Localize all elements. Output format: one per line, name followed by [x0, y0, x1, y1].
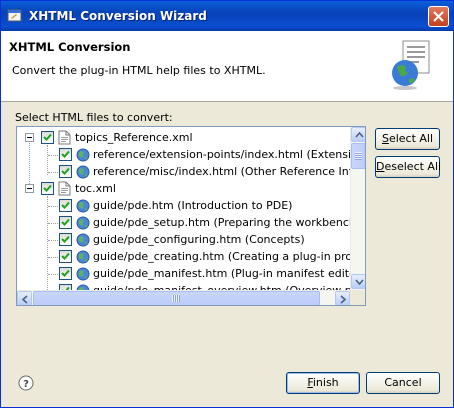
chevron-right-icon: [340, 295, 346, 304]
tree-item-label: toc.xml: [75, 182, 116, 195]
tree-file-row[interactable]: guide/pde_creating.htm (Creating a plug-…: [17, 249, 350, 265]
tree-group-row[interactable]: topics_Reference.xml: [17, 130, 350, 146]
cancel-button[interactable]: Cancel: [366, 372, 440, 394]
chevron-left-icon: [22, 295, 28, 304]
vertical-scroll-thumb[interactable]: [351, 143, 365, 169]
scroll-left-button[interactable]: [17, 291, 32, 305]
row-checkbox[interactable]: [41, 182, 54, 195]
row-checkbox[interactable]: [59, 216, 72, 229]
tree-item-label: guide/pde_creating.htm (Creating a plug-…: [93, 250, 350, 263]
select-all-label: elect All: [388, 132, 434, 145]
collapse-toggle-icon[interactable]: [25, 184, 34, 193]
file-tree[interactable]: topics_Reference.xml reference/extension-…: [16, 126, 366, 306]
help-icon[interactable]: ?: [18, 375, 34, 391]
select-all-button[interactable]: Select All: [375, 128, 440, 150]
xml-file-icon: [58, 181, 71, 196]
horizontal-scrollbar[interactable]: [17, 290, 350, 305]
tree-file-row[interactable]: guide/pde_manifest_overview.htm (Overvie…: [17, 283, 350, 290]
tree-item-label: guide/pde_configuring.htm (Concepts): [93, 233, 305, 246]
xhtml-globe-document-icon: [392, 40, 430, 90]
scroll-down-button[interactable]: [351, 274, 365, 289]
deselect-all-button[interactable]: Deselect All: [375, 156, 442, 178]
tree-item-label: guide/pde.htm (Introduction to PDE): [93, 199, 293, 212]
page-title: XHTML Conversion: [9, 40, 131, 54]
tree-item-label: reference/extension-points/index.html (E…: [93, 148, 350, 161]
scroll-up-button[interactable]: [351, 127, 365, 142]
html-globe-icon: [76, 216, 90, 230]
tree-connector: [48, 206, 58, 207]
close-button[interactable]: [428, 6, 449, 27]
tree-file-row[interactable]: reference/misc/index.html (Other Referen…: [17, 164, 350, 180]
tree-connector: [48, 257, 58, 258]
horizontal-scroll-thumb[interactable]: [33, 291, 320, 305]
html-globe-icon: [76, 199, 90, 213]
html-globe-icon: [76, 165, 90, 179]
checkmark-icon: [61, 167, 70, 175]
select-all-mnemonic: S: [381, 132, 389, 145]
checkmark-icon: [61, 218, 70, 226]
tree-group-row[interactable]: toc.xml: [17, 181, 350, 197]
html-globe-icon: [76, 148, 90, 162]
close-icon: [433, 11, 444, 22]
row-checkbox[interactable]: [59, 250, 72, 263]
html-globe-icon: [76, 250, 90, 264]
cancel-label: Cancel: [384, 376, 422, 389]
checkmark-icon: [61, 269, 70, 277]
xml-file-icon: [58, 130, 71, 145]
checkmark-icon: [43, 184, 52, 192]
checkmark-icon: [61, 235, 70, 243]
tree-connector: [48, 155, 58, 156]
checkmark-icon: [61, 252, 70, 260]
html-globe-icon: [76, 267, 90, 281]
tree-file-row[interactable]: guide/pde_configuring.htm (Concepts): [17, 232, 350, 248]
tree-file-row[interactable]: guide/pde_setup.htm (Preparing the workb…: [17, 215, 350, 231]
scroll-right-button[interactable]: [335, 291, 350, 305]
checkmark-icon: [43, 133, 52, 141]
row-checkbox[interactable]: [59, 199, 72, 212]
page-description: Convert the plug-in HTML help files to X…: [12, 64, 266, 77]
wizard-icon: [7, 9, 22, 22]
tree-item-label: reference/misc/index.html (Other Referen…: [93, 165, 350, 178]
tree-file-row[interactable]: reference/extension-points/index.html (E…: [17, 147, 350, 163]
tree-item-label: guide/pde_setup.htm (Preparing the workb…: [93, 216, 350, 229]
chevron-up-icon: [355, 132, 364, 138]
deselect-all-label: eselect All: [384, 160, 442, 173]
finish-label: inish: [312, 376, 339, 389]
tree-connector: [48, 223, 58, 224]
tree-file-row[interactable]: guide/pde_manifest.htm (Plug-in manifest…: [17, 266, 350, 282]
tree-viewport: topics_Reference.xml reference/extension-…: [17, 127, 350, 290]
svg-text:?: ?: [23, 379, 29, 390]
files-section-label: Select HTML files to convert:: [15, 111, 173, 124]
tree-connector: [48, 274, 58, 275]
title-bar[interactable]: XHTML Conversion Wizard: [1, 1, 453, 31]
scroll-corner: [350, 290, 365, 305]
finish-button[interactable]: Finish: [286, 372, 360, 394]
vertical-scrollbar[interactable]: [350, 127, 365, 290]
checkmark-icon: [61, 150, 70, 158]
collapse-toggle-icon[interactable]: [25, 133, 34, 142]
wizard-banner: XHTML Conversion Convert the plug-in HTM…: [1, 31, 453, 102]
row-checkbox[interactable]: [41, 131, 54, 144]
checkmark-icon: [61, 201, 70, 209]
tree-connector: [48, 240, 58, 241]
window-title: XHTML Conversion Wizard: [29, 9, 207, 23]
row-checkbox[interactable]: [59, 165, 72, 178]
row-checkbox[interactable]: [59, 233, 72, 246]
tree-item-label: topics_Reference.xml: [75, 131, 193, 144]
tree-connector: [48, 172, 58, 173]
chevron-down-icon: [355, 279, 364, 285]
row-checkbox[interactable]: [59, 267, 72, 280]
wizard-dialog: XHTML Conversion Wizard XHTML Conversion…: [0, 0, 454, 408]
tree-file-row[interactable]: guide/pde.htm (Introduction to PDE): [17, 198, 350, 214]
row-checkbox[interactable]: [59, 148, 72, 161]
tree-item-label: guide/pde_manifest.htm (Plug-in manifest…: [93, 267, 350, 280]
html-globe-icon: [76, 233, 90, 247]
